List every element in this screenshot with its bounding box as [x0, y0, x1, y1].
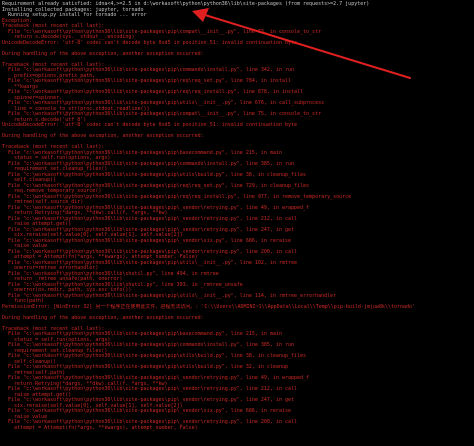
- terminal-output[interactable]: Requirement already satisfied: idna<4,>=…: [0, 0, 474, 446]
- terminal-line: attempt = Attempt(fn(*args, **kwargs), a…: [2, 424, 198, 431]
